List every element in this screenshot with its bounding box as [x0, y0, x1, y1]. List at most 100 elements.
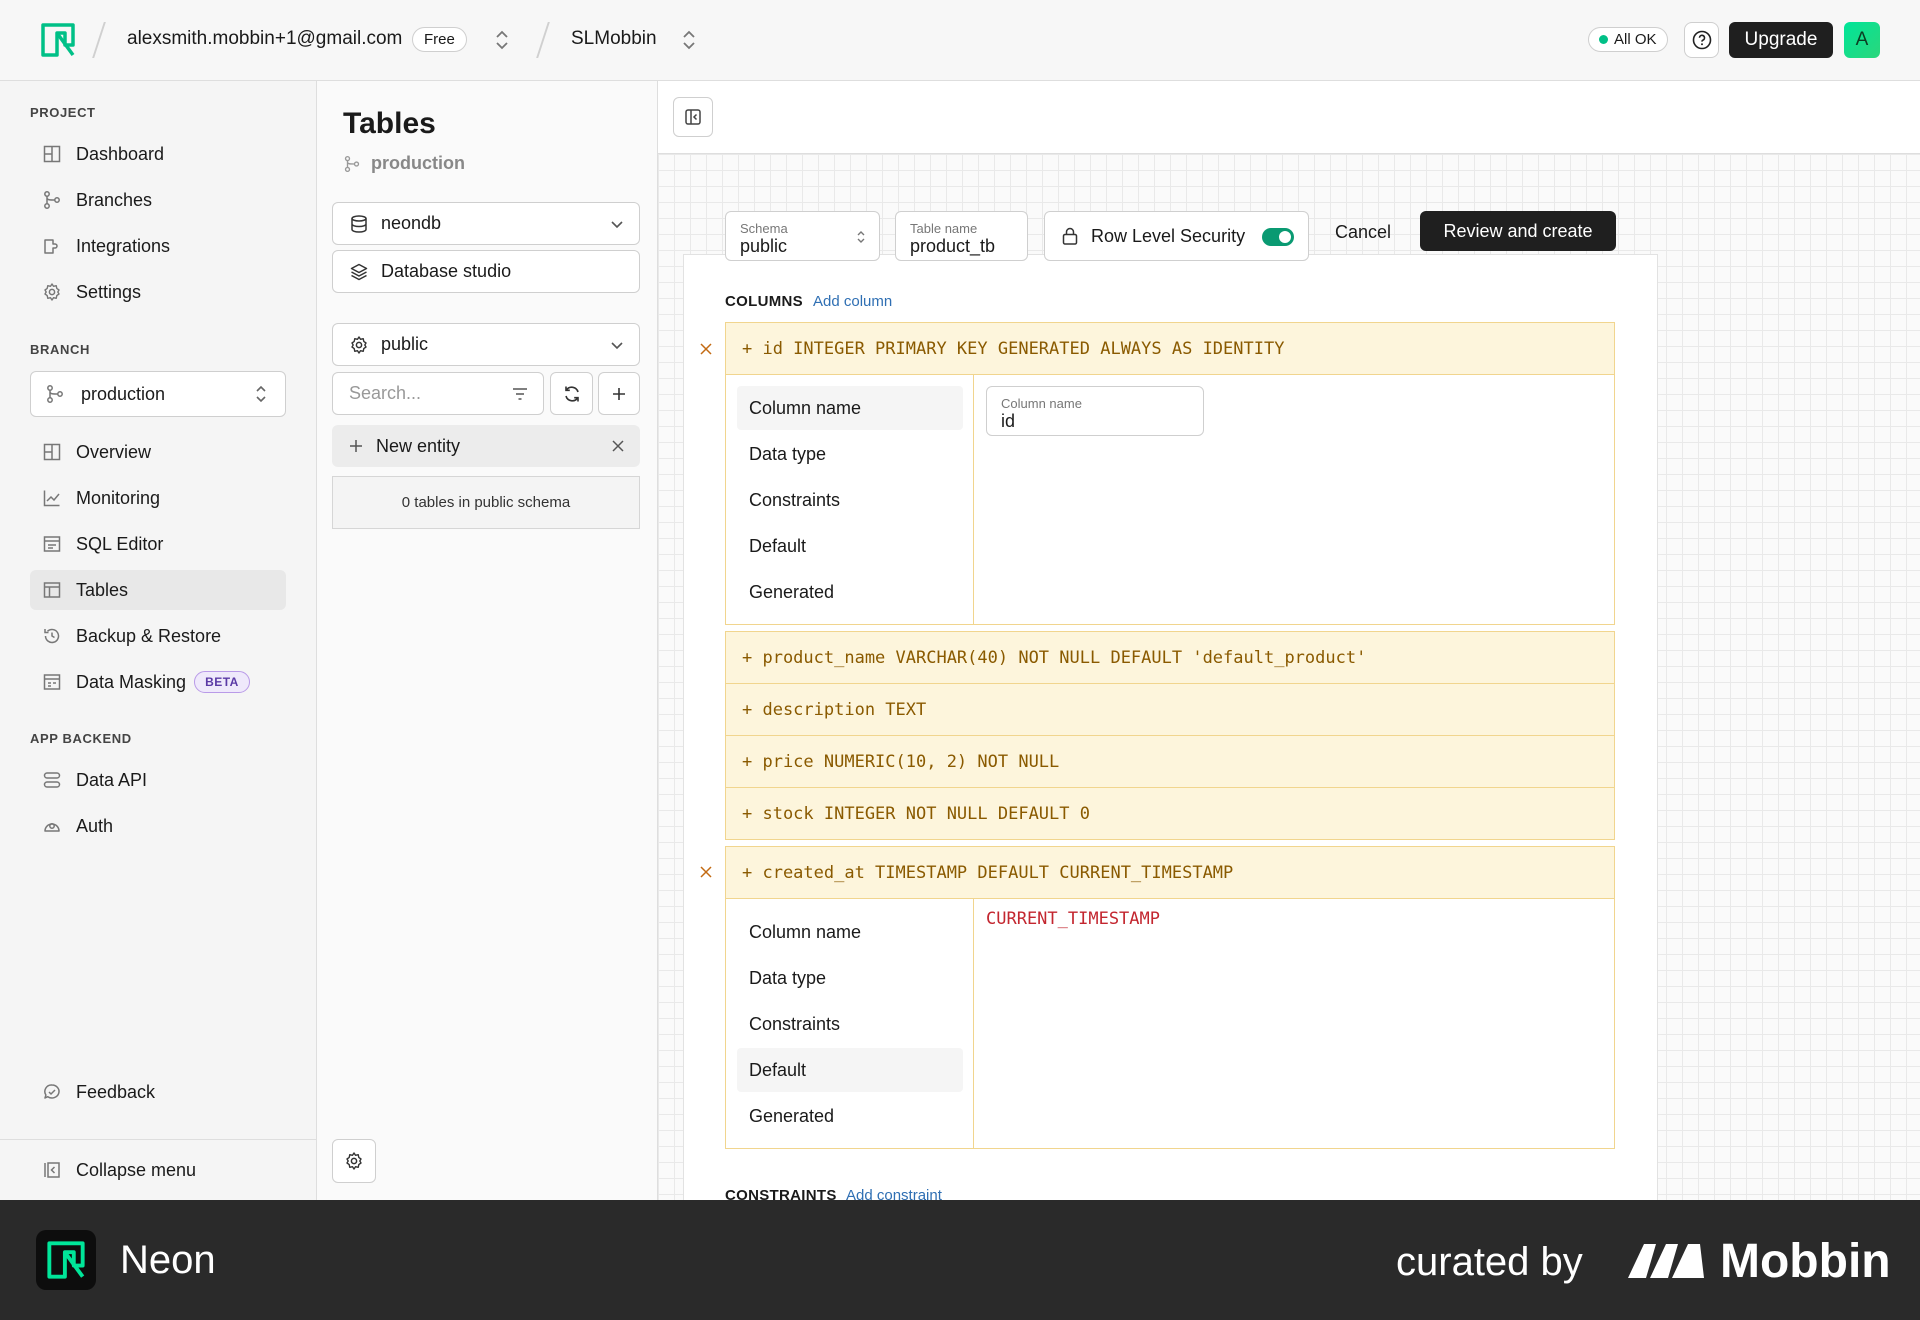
toggle-switch[interactable] [1262, 228, 1294, 246]
table-name-input[interactable]: Table name product_tb [895, 211, 1028, 261]
row-level-security-toggle[interactable]: Row Level Security [1044, 211, 1309, 261]
column-definition-product-name[interactable]: + product_name VARCHAR(40) NOT NULL DEFA… [725, 631, 1615, 684]
tables-panel: Tables production neondb Database studio… [317, 81, 658, 1200]
sidebar-item-label: Data Masking [76, 671, 187, 692]
sidebar-item-overview[interactable]: Overview [30, 432, 286, 472]
review-and-create-button[interactable]: Review and create [1420, 211, 1616, 251]
sidebar-item-settings[interactable]: Settings [30, 272, 286, 312]
plan-badge: Free [412, 27, 467, 52]
sidebar-item-auth[interactable]: Auth [30, 806, 286, 846]
collapse-icon [44, 1162, 60, 1178]
schema-field[interactable]: Schema public [725, 211, 880, 261]
search-input[interactable]: Search... [332, 372, 544, 415]
add-table-button[interactable] [598, 372, 640, 415]
column-property-menu: Column name Data type Constraints Defaul… [726, 899, 974, 1148]
account-email[interactable]: alexsmith.mobbin+1@gmail.com [127, 28, 402, 50]
status-text: All OK [1614, 31, 1657, 48]
data-api-icon [43, 772, 61, 788]
menu-item-constraints[interactable]: Constraints [737, 478, 963, 522]
breadcrumb-divider [92, 22, 106, 58]
upgrade-button[interactable]: Upgrade [1729, 22, 1833, 58]
sidebar-item-label: Data API [76, 769, 148, 790]
avatar[interactable]: A [1844, 22, 1880, 58]
sidebar-item-label: Tables [76, 579, 129, 600]
cancel-button[interactable]: Cancel [1335, 222, 1391, 243]
schema-field-value: public [740, 236, 788, 256]
columns-section-label: COLUMNS [725, 293, 803, 310]
column-definition-stock[interactable]: + stock INTEGER NOT NULL DEFAULT 0 [725, 787, 1615, 840]
remove-column-icon[interactable] [698, 341, 714, 357]
feedback-button[interactable]: Feedback [30, 1072, 286, 1112]
menu-item-generated[interactable]: Generated [737, 1094, 963, 1138]
menu-item-data-type[interactable]: Data type [737, 956, 963, 1000]
menu-item-column-name[interactable]: Column name [737, 910, 963, 954]
sidebar-item-monitoring[interactable]: Monitoring [30, 478, 286, 518]
dashboard-icon [43, 145, 61, 163]
add-column-link[interactable]: Add column [813, 293, 892, 310]
status-badge[interactable]: All OK [1588, 27, 1668, 52]
plus-icon [350, 440, 362, 452]
column-name-input[interactable]: Column name id [986, 386, 1204, 436]
default-value-input[interactable]: CURRENT_TIMESTAMP [986, 909, 1160, 929]
menu-item-default[interactable]: Default [737, 524, 963, 568]
toggle-panel-button[interactable] [673, 97, 713, 137]
database-select[interactable]: neondb [332, 202, 640, 245]
column-definition-description[interactable]: + description TEXT [725, 683, 1615, 736]
section-label-branch: BRANCH [30, 342, 90, 357]
menu-item-data-type[interactable]: Data type [737, 432, 963, 476]
schema-select[interactable]: public [332, 323, 640, 366]
column-definition-id[interactable]: + id INTEGER PRIMARY KEY GENERATED ALWAY… [725, 322, 1615, 375]
sidebar-item-integrations[interactable]: Integrations [30, 226, 286, 266]
column-definition-created-at[interactable]: + created_at TIMESTAMP DEFAULT CURRENT_T… [725, 846, 1615, 899]
project-switcher-icon[interactable] [679, 28, 699, 52]
integrations-icon [44, 239, 58, 254]
database-studio-button[interactable]: Database studio [332, 250, 640, 293]
feedback-icon [44, 1084, 60, 1099]
sidebar-item-sql-editor[interactable]: SQL Editor [30, 524, 286, 564]
close-icon[interactable] [610, 438, 626, 454]
menu-item-default[interactable]: Default [737, 1048, 963, 1092]
add-constraint-link[interactable]: Add constraint [846, 1187, 942, 1200]
project-name[interactable]: SLMobbin [571, 28, 657, 50]
branch-selector[interactable]: production [30, 371, 286, 417]
branch-selector-value: production [81, 383, 166, 404]
sidebar-item-data-api[interactable]: Data API [30, 760, 286, 800]
panel-settings-button[interactable] [332, 1139, 376, 1183]
current-branch-label: production [343, 153, 465, 174]
curated-banner: Neon curated by Mobbin [0, 1200, 1920, 1320]
sidebar-item-dashboard[interactable]: Dashboard [30, 134, 286, 174]
remove-column-icon[interactable] [698, 864, 714, 880]
menu-item-column-name[interactable]: Column name [737, 386, 963, 430]
filter-icon[interactable] [511, 385, 529, 403]
collapse-menu-button[interactable]: Collapse menu [30, 1150, 286, 1190]
neon-logo-icon[interactable] [40, 22, 76, 58]
chevron-updown-icon [256, 385, 266, 403]
sidebar-item-backup-restore[interactable]: Backup & Restore [30, 616, 286, 656]
column-property-menu: Column name Data type Constraints Defaul… [726, 375, 974, 624]
sidebar-toggle-icon [685, 109, 701, 125]
help-button[interactable] [1684, 22, 1719, 58]
plus-icon [613, 387, 625, 400]
sidebar-item-branches[interactable]: Branches [30, 180, 286, 220]
sidebar-item-data-masking[interactable]: Data Masking BETA [30, 662, 286, 702]
new-entity-item[interactable]: New entity [332, 425, 640, 467]
table-name-caption: Table name [910, 221, 978, 236]
menu-item-generated[interactable]: Generated [737, 570, 963, 614]
column-definition-price[interactable]: + price NUMERIC(10, 2) NOT NULL [725, 735, 1615, 788]
section-label-app-backend: APP BACKEND [30, 731, 132, 746]
sidebar-item-label: Backup & Restore [76, 625, 222, 646]
menu-item-constraints[interactable]: Constraints [737, 1002, 963, 1046]
chevron-updown-icon [857, 231, 865, 243]
neon-app-icon [36, 1230, 96, 1290]
sidebar-item-label: Branches [76, 189, 153, 210]
sidebar-item-label: SQL Editor [76, 533, 164, 554]
brand-name: Mobbin [1720, 1235, 1891, 1288]
chart-line-icon [43, 490, 60, 507]
sidebar-item-tables[interactable]: Tables [30, 570, 286, 610]
constraints-section-label: CONSTRAINTS [725, 1187, 837, 1200]
account-switcher-icon[interactable] [492, 28, 512, 52]
mobbin-logo-icon [1626, 1238, 1706, 1282]
toggle-knob [1279, 231, 1291, 243]
refresh-button[interactable] [550, 372, 593, 415]
history-icon [44, 628, 60, 644]
